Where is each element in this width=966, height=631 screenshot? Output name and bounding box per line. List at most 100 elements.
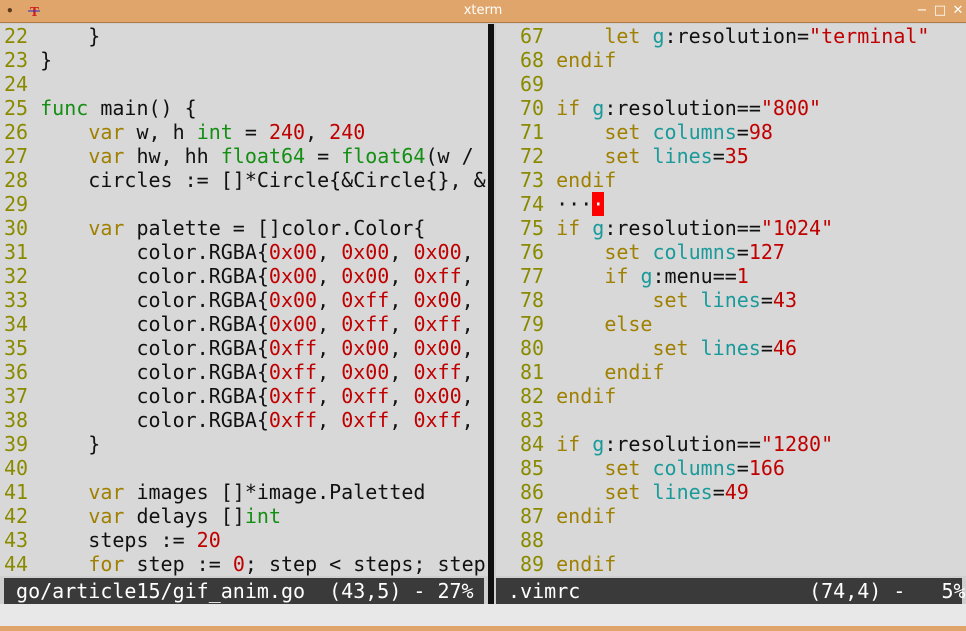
code-token: hw, hh <box>124 144 221 168</box>
code-token: color.RGBA{ <box>28 240 269 264</box>
code-line[interactable]: 70 if g:resolution=="800" " <box>520 96 966 120</box>
code-line[interactable]: 74 ···· <box>520 192 605 216</box>
code-token: 0xff <box>413 408 462 432</box>
line-number: 81 <box>520 360 545 384</box>
code-line[interactable]: 77 if g:menu==1 <box>520 264 749 288</box>
code-token: else <box>604 312 653 336</box>
code-line[interactable]: 85 set columns=166 <box>520 456 785 480</box>
code-line[interactable]: 34 color.RGBA{0x00, 0xff, 0xff, <box>4 312 474 336</box>
code-line[interactable]: 42 var delays []int <box>4 504 281 528</box>
code-line[interactable]: 43 steps := 20 <box>4 528 221 552</box>
code-line[interactable]: 38 color.RGBA{0xff, 0xff, 0xff, <box>4 408 474 432</box>
code-line[interactable]: 37 color.RGBA{0xff, 0xff, 0x00, <box>4 384 474 408</box>
code-line[interactable]: 25 func main() { <box>4 96 197 120</box>
code-token: 46 <box>772 336 797 360</box>
code-line[interactable]: 24 <box>4 72 28 96</box>
code-token: lines <box>700 288 761 312</box>
code-line[interactable]: 27 var hw, hh float64 = float64(w / <box>4 144 474 168</box>
code-line[interactable]: 83 <box>520 408 544 432</box>
code-line[interactable]: 44 for step := 0; step < steps; step <box>4 552 486 576</box>
code-line[interactable]: 69 <box>520 72 544 96</box>
code-token: , <box>317 384 342 408</box>
minimize-icon[interactable]: − <box>914 3 930 19</box>
code-line[interactable]: 76 set columns=127 <box>520 240 785 264</box>
code-line[interactable]: 79 else <box>520 312 652 336</box>
code-token: :resolution= <box>664 24 810 48</box>
code-line[interactable]: 68 endif <box>520 48 616 72</box>
code-token: :menu== <box>652 264 737 288</box>
code-token: w, h <box>124 120 197 144</box>
code-token: var <box>88 120 125 144</box>
line-number: 73 <box>520 168 545 192</box>
code-token: "1280" <box>760 432 834 456</box>
code-line[interactable]: 88 <box>520 528 544 552</box>
code-token: , <box>317 240 342 264</box>
code-line[interactable]: 67 let g:resolution="terminal" <box>520 24 929 48</box>
code-token: float64 <box>341 144 426 168</box>
code-token: = <box>736 240 749 264</box>
code-line[interactable]: 23 } <box>4 48 52 72</box>
code-line[interactable]: 71 set columns=98 <box>520 120 773 144</box>
code-line[interactable]: 78 set lines=43 <box>520 288 797 312</box>
code-token: , <box>461 384 474 408</box>
code-token: ; step < steps; step <box>244 552 486 576</box>
code-line[interactable]: 31 color.RGBA{0x00, 0x00, 0x00, <box>4 240 474 264</box>
code-token: columns <box>652 456 737 480</box>
code-line[interactable]: 36 color.RGBA{0xff, 0x00, 0xff, <box>4 360 474 384</box>
line-number: 74 <box>520 192 545 216</box>
code-line[interactable]: 72 set lines=35 <box>520 144 749 168</box>
code-token: = <box>712 144 725 168</box>
code-token: " <box>833 432 966 456</box>
left-editor-pane[interactable]: 22 } 23 } 24 25 func main() {26 var w, h in… <box>0 24 488 576</box>
right-editor-pane[interactable]: 67 let g:resolution="terminal" 68 endif 69… <box>496 24 966 576</box>
code-line[interactable]: 89 endif <box>520 552 616 576</box>
code-line[interactable]: 33 color.RGBA{0x00, 0xff, 0x00, <box>4 288 474 312</box>
code-line[interactable]: 22 } <box>4 24 100 48</box>
code-line[interactable]: 84 if g:resolution=="1280" " <box>520 432 966 456</box>
close-icon[interactable]: ✕ <box>950 3 966 19</box>
code-token: lines <box>700 336 761 360</box>
code-line[interactable]: 29 <box>4 192 28 216</box>
code-line[interactable]: 32 color.RGBA{0x00, 0x00, 0xff, <box>4 264 474 288</box>
line-number: 43 <box>4 528 29 552</box>
line-number: 87 <box>520 504 545 528</box>
code-token: 0x00 <box>413 240 462 264</box>
code-line[interactable]: 81 endif <box>520 360 665 384</box>
code-line[interactable]: 30 var palette = []color.Color{ <box>4 216 425 240</box>
code-token: lines <box>652 144 713 168</box>
code-line[interactable]: 73 endif <box>520 168 616 192</box>
title-bar[interactable]: • T xterm − □ ✕ <box>0 0 966 23</box>
code-line[interactable]: 82 endif <box>520 384 616 408</box>
code-line[interactable]: 35 color.RGBA{0xff, 0x00, 0x00, <box>4 336 474 360</box>
code-token: :resolution== <box>604 96 761 120</box>
code-line[interactable]: 86 set lines=49 <box>520 480 749 504</box>
code-token: 0xff <box>341 312 390 336</box>
code-token: "1024" <box>760 216 834 240</box>
code-line[interactable]: 26 var w, h int = 240, 240 <box>4 120 365 144</box>
code-token: = <box>232 120 269 144</box>
code-token: palette = []color.Color{ <box>124 216 426 240</box>
vertical-split-divider[interactable] <box>488 24 494 604</box>
code-line[interactable]: 40 <box>4 456 28 480</box>
line-number: 23 <box>4 48 29 72</box>
code-line[interactable]: 41 var images []*image.Paletted <box>4 480 425 504</box>
code-line[interactable]: 75 if g:resolution=="1024" " <box>520 216 966 240</box>
code-line[interactable]: 28 circles := []*Circle{&Circle{}, & <box>4 168 486 192</box>
code-line[interactable]: 80 set lines=46 <box>520 336 797 360</box>
maximize-icon[interactable]: □ <box>932 3 948 19</box>
code-line[interactable]: 39 } <box>4 432 100 456</box>
code-token: set <box>604 240 641 264</box>
code-token: , <box>461 240 474 264</box>
code-line[interactable]: 87 endif <box>520 504 616 528</box>
code-token: 0x00 <box>268 312 318 336</box>
code-token: if <box>604 264 629 288</box>
line-number: 78 <box>520 288 545 312</box>
code-token: if <box>556 216 581 240</box>
